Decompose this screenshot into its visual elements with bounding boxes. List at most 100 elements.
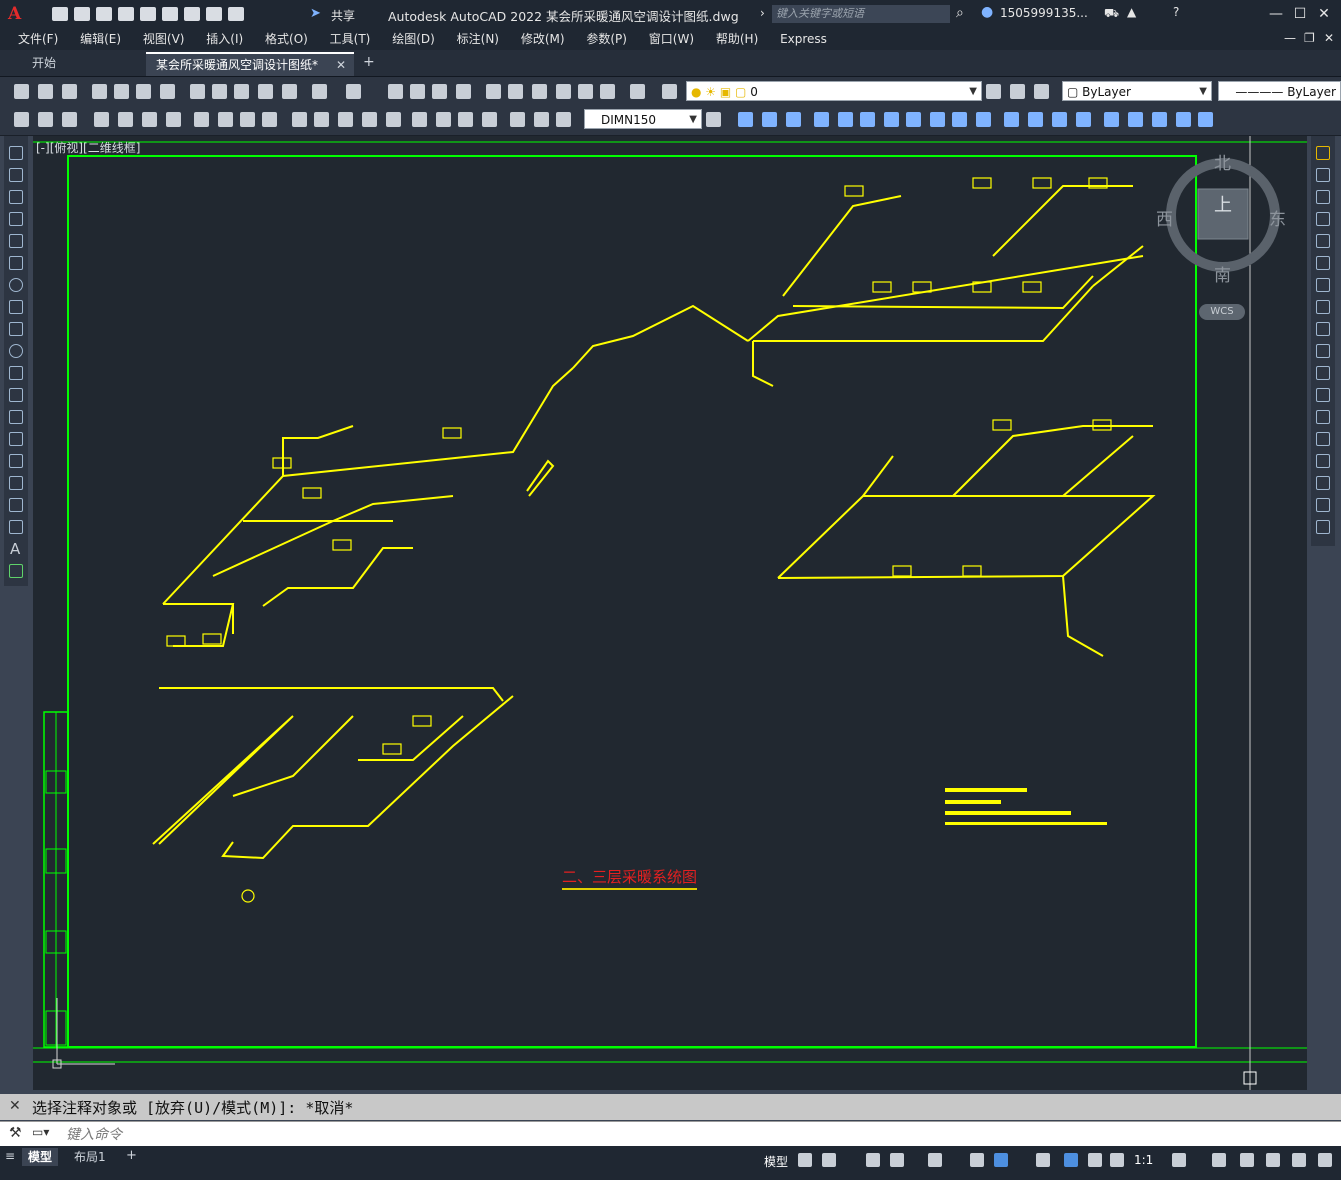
match-properties-icon[interactable] <box>258 84 273 99</box>
autocad-logo-icon[interactable]: A <box>8 4 21 24</box>
maximize-button[interactable]: ☐ <box>1290 4 1310 24</box>
dim-style-icon[interactable] <box>706 112 721 127</box>
snap-icon[interactable] <box>822 1153 836 1167</box>
baseline-dim-icon[interactable] <box>314 112 329 127</box>
preview-icon[interactable] <box>114 84 129 99</box>
jogged-dim-icon[interactable] <box>218 112 233 127</box>
workspace-gear-icon[interactable] <box>1172 1153 1186 1167</box>
new-tab-button[interactable]: + <box>363 54 375 70</box>
circle-icon[interactable] <box>9 278 23 292</box>
move-icon[interactable] <box>1316 256 1330 270</box>
menu-edit[interactable]: 编辑(E) <box>80 29 121 49</box>
layer-dropdown[interactable]: ● ☀ ▣ ▢ 0 ▼ <box>686 81 982 101</box>
join-icon[interactable] <box>1028 112 1043 127</box>
dim-update-icon[interactable] <box>556 112 571 127</box>
break-icon[interactable] <box>1004 112 1019 127</box>
menu-modify[interactable]: 修改(M) <box>521 29 565 49</box>
rotate-icon[interactable] <box>884 112 899 127</box>
customization-icon[interactable] <box>1318 1153 1332 1167</box>
inspection-icon[interactable] <box>458 112 473 127</box>
chevron-right-icon[interactable]: › <box>760 6 765 20</box>
command-input[interactable]: 键入命令 <box>66 1124 122 1144</box>
undo-icon[interactable] <box>312 84 327 99</box>
polar-icon[interactable] <box>890 1153 904 1167</box>
make-current-layer-icon[interactable] <box>986 84 1001 99</box>
print-icon[interactable] <box>184 6 200 21</box>
user-account[interactable]: 1505999135... <box>1000 6 1088 20</box>
stretch-icon[interactable] <box>930 112 945 127</box>
layer-tool-icon[interactable] <box>62 112 77 127</box>
block-editor-icon[interactable] <box>282 84 297 99</box>
minimize-button[interactable]: — <box>1266 4 1286 24</box>
array-icon[interactable] <box>838 112 853 127</box>
help-icon[interactable] <box>630 84 645 99</box>
menu-window[interactable]: 窗口(W) <box>649 29 694 49</box>
publish-icon[interactable] <box>136 84 151 99</box>
menu-dimension[interactable]: 标注(N) <box>457 29 499 49</box>
save-icon[interactable] <box>62 84 77 99</box>
annotation-monitor-icon[interactable] <box>1212 1153 1226 1167</box>
quick-properties-icon[interactable] <box>1266 1153 1280 1167</box>
viewcube[interactable]: 上 北 南 东 西 <box>1156 154 1286 286</box>
array-icon[interactable] <box>1316 234 1330 248</box>
chamfer-icon[interactable] <box>1052 112 1067 127</box>
line-icon[interactable] <box>9 146 23 160</box>
break-icon[interactable] <box>1316 410 1330 424</box>
stretch-icon[interactable] <box>1316 322 1330 336</box>
help-icon[interactable]: ? <box>1173 5 1179 19</box>
open-icon[interactable] <box>38 84 53 99</box>
command-prompt-icon[interactable]: ▭▾ <box>32 1125 49 1139</box>
share-button[interactable]: 共享 <box>331 7 355 24</box>
osnap-tracking-icon[interactable] <box>970 1153 984 1167</box>
add-layout-button[interactable]: + <box>126 1148 137 1163</box>
model-space-button[interactable]: 模型 <box>764 1153 788 1170</box>
edit-icon[interactable] <box>14 112 29 127</box>
share-icon[interactable]: ➤ <box>310 6 321 21</box>
break-at-point-icon[interactable] <box>1316 388 1330 402</box>
annotation-scale[interactable]: 1:1 <box>1134 1153 1153 1167</box>
clean-screen-icon[interactable] <box>1292 1153 1306 1167</box>
new-icon[interactable] <box>52 6 68 21</box>
object-snap-icon[interactable] <box>994 1153 1008 1167</box>
linetype-dropdown[interactable]: ———— ByLayer <box>1218 81 1341 101</box>
viewport-controls-label[interactable]: [-][俯视][二维线框] <box>36 139 140 156</box>
annotation-visibility-icon[interactable] <box>1064 1153 1078 1167</box>
zoom-realtime-icon[interactable] <box>410 84 425 99</box>
wcs-menu[interactable]: WCS <box>1199 304 1245 320</box>
blend-icon[interactable] <box>1128 112 1143 127</box>
tab-drawing[interactable]: 某会所采暖通风空调设计图纸* ✕ <box>146 52 354 76</box>
design-center-icon[interactable] <box>508 84 523 99</box>
add-selected-icon[interactable] <box>9 564 23 578</box>
region-icon[interactable] <box>9 498 23 512</box>
pedit-icon[interactable] <box>1198 112 1213 127</box>
explode-icon[interactable] <box>1104 112 1119 127</box>
radius-dim-icon[interactable] <box>194 112 209 127</box>
zoom-window-icon[interactable] <box>432 84 447 99</box>
export-icon[interactable] <box>162 6 178 21</box>
dim-space-icon[interactable] <box>362 112 377 127</box>
explode-icon[interactable] <box>1316 520 1330 534</box>
revision-cloud-icon[interactable] <box>9 300 23 314</box>
sheet-set-icon[interactable] <box>556 84 571 99</box>
3d-dwf-icon[interactable] <box>160 84 175 99</box>
mirror-icon[interactable] <box>1316 190 1330 204</box>
tolerance-icon[interactable] <box>412 112 427 127</box>
fillet-icon[interactable] <box>1076 112 1091 127</box>
mirror-icon[interactable] <box>786 112 801 127</box>
lineweight-icon[interactable] <box>1036 1153 1050 1167</box>
tab-menu-icon[interactable]: ≡ <box>5 1149 15 1163</box>
tab-start[interactable]: 开始 <box>22 52 134 76</box>
mtext-icon[interactable]: A <box>10 540 20 558</box>
zoom-previous-icon[interactable] <box>456 84 471 99</box>
layer-previous-icon[interactable] <box>1010 84 1025 99</box>
open-icon[interactable] <box>74 6 90 21</box>
gradient-icon[interactable] <box>9 476 23 490</box>
join-icon[interactable] <box>1316 432 1330 446</box>
menu-express[interactable]: Express <box>780 29 827 49</box>
trim-icon[interactable] <box>1316 344 1330 358</box>
annotation-scale-icon[interactable] <box>1110 1153 1124 1167</box>
plot-icon[interactable] <box>92 84 107 99</box>
polyline-icon[interactable] <box>9 190 23 204</box>
doc-close-button[interactable]: ✕ <box>1324 31 1334 45</box>
menu-parametric[interactable]: 参数(P) <box>586 29 627 49</box>
